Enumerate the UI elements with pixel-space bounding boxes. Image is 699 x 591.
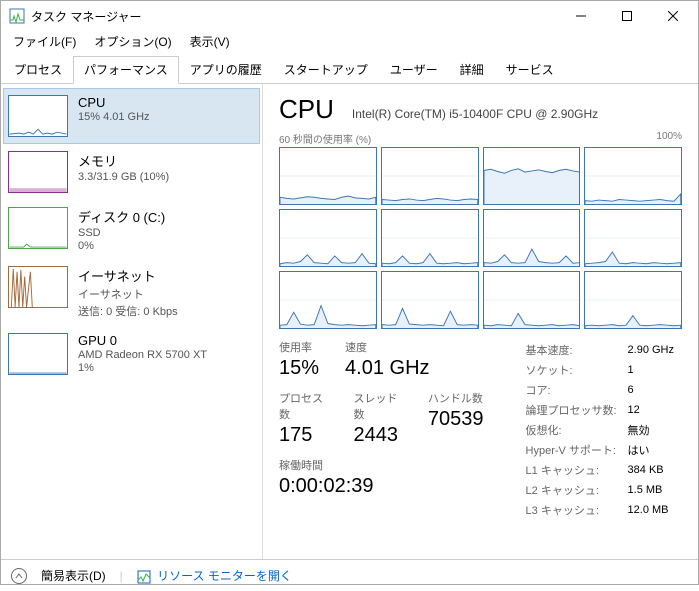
axis-left: 60 秒間の使用率 (%): [279, 131, 371, 146]
sidebar-item-disk[interactable]: ディスク 0 (C:) SSD 0%: [3, 200, 260, 259]
cpu-text: CPU 15% 4.01 GHz: [78, 95, 150, 137]
footer: 簡易表示(D) | リソース モニターを開く: [1, 559, 698, 591]
minimize-button[interactable]: [558, 1, 604, 31]
content-title: CPU: [279, 94, 334, 125]
core-chart-8: [279, 271, 377, 329]
stat-threads: スレッド数2443: [353, 390, 401, 447]
tab-startup[interactable]: スタートアップ: [273, 56, 379, 84]
eth-text: イーサネット イーサネット 送信: 0 受信: 0 Kbps: [78, 266, 178, 319]
gpu-thumb: [8, 333, 68, 375]
stats-right: 基本速度:2.90 GHz ソケット:1 コア:6 論理プロセッサ数:12 仮想…: [524, 339, 682, 521]
stats-left: 使用率15% 速度4.01 GHz プロセス数175 スレッド数2443 ハンド…: [279, 339, 484, 521]
close-button[interactable]: [650, 1, 696, 31]
gpu-text: GPU 0 AMD Radeon RX 5700 XT 1%: [78, 333, 207, 375]
tab-app-history[interactable]: アプリの履歴: [179, 56, 273, 84]
gpu-name: GPU 0: [78, 333, 207, 348]
tab-processes[interactable]: プロセス: [3, 56, 73, 84]
simple-view-button[interactable]: 簡易表示(D): [41, 567, 106, 584]
core-chart-9: [381, 271, 479, 329]
disk-text: ディスク 0 (C:) SSD 0%: [78, 207, 165, 252]
core-chart-4: [279, 209, 377, 267]
cpu-model: Intel(R) Core(TM) i5-10400F CPU @ 2.90GH…: [352, 107, 598, 121]
mem-thumb: [8, 151, 68, 193]
stat-processes: プロセス数175: [279, 390, 327, 447]
core-chart-0: [279, 147, 377, 205]
core-chart-10: [483, 271, 581, 329]
disk-name: ディスク 0 (C:): [78, 207, 165, 226]
gpu-sub1: AMD Radeon RX 5700 XT: [78, 349, 207, 361]
main-area: CPU 15% 4.01 GHz メモリ 3.3/31.9 GB (10%) デ…: [1, 84, 698, 559]
eth-name: イーサネット: [78, 266, 178, 285]
stat-uptime: 稼働時間0:00:02:39: [279, 457, 374, 498]
mem-sub: 3.3/31.9 GB (10%): [78, 171, 169, 183]
maximize-button[interactable]: [604, 1, 650, 31]
core-chart-5: [381, 209, 479, 267]
eth-sub1: イーサネット: [78, 286, 178, 302]
tab-services[interactable]: サービス: [495, 56, 565, 84]
cpu-sub: 15% 4.01 GHz: [78, 111, 150, 123]
core-chart-7: [584, 209, 682, 267]
axis-right: 100%: [656, 131, 682, 146]
resmon-icon: [137, 570, 151, 584]
divider: |: [120, 569, 123, 583]
tab-performance[interactable]: パフォーマンス: [73, 56, 179, 84]
menubar: ファイル(F) オプション(O) 表示(V): [1, 31, 698, 51]
sidebar-item-gpu[interactable]: GPU 0 AMD Radeon RX 5700 XT 1%: [3, 326, 260, 382]
stats-section: 使用率15% 速度4.01 GHz プロセス数175 スレッド数2443 ハンド…: [279, 339, 682, 521]
core-chart-2: [483, 147, 581, 205]
menu-file[interactable]: ファイル(F): [5, 31, 84, 51]
cpu-thumb: [8, 95, 68, 137]
window-controls: [558, 1, 696, 31]
disk-sub2: 0%: [78, 240, 165, 252]
content-pane: CPU Intel(R) Core(TM) i5-10400F CPU @ 2.…: [263, 84, 698, 559]
core-chart-3: [584, 147, 682, 205]
core-chart-6: [483, 209, 581, 267]
sidebar: CPU 15% 4.01 GHz メモリ 3.3/31.9 GB (10%) デ…: [1, 84, 263, 559]
mem-text: メモリ 3.3/31.9 GB (10%): [78, 151, 169, 193]
content-header: CPU Intel(R) Core(TM) i5-10400F CPU @ 2.…: [279, 94, 682, 125]
gpu-sub2: 1%: [78, 362, 207, 374]
disk-thumb: [8, 207, 68, 249]
resource-monitor-link[interactable]: リソース モニターを開く: [137, 567, 292, 584]
core-chart-11: [584, 271, 682, 329]
menu-options[interactable]: オプション(O): [86, 31, 179, 51]
sidebar-item-cpu[interactable]: CPU 15% 4.01 GHz: [3, 88, 260, 144]
chevron-up-icon[interactable]: [11, 568, 27, 584]
core-chart-1: [381, 147, 479, 205]
sidebar-item-ethernet[interactable]: イーサネット イーサネット 送信: 0 受信: 0 Kbps: [3, 259, 260, 326]
tab-users[interactable]: ユーザー: [379, 56, 449, 84]
core-grid[interactable]: [279, 147, 682, 329]
titlebar: タスク マネージャー: [1, 1, 698, 31]
eth-thumb: [8, 266, 68, 308]
tab-strip: プロセス パフォーマンス アプリの履歴 スタートアップ ユーザー 詳細 サービス: [1, 51, 698, 84]
spec-table: 基本速度:2.90 GHz ソケット:1 コア:6 論理プロセッサ数:12 仮想…: [524, 339, 682, 521]
disk-sub1: SSD: [78, 227, 165, 239]
cpu-name: CPU: [78, 95, 150, 110]
chart-axis: 60 秒間の使用率 (%) 100%: [279, 131, 682, 146]
stat-handles: ハンドル数70539: [428, 390, 484, 447]
eth-sub2: 送信: 0 受信: 0 Kbps: [78, 303, 178, 319]
window-title: タスク マネージャー: [31, 8, 558, 25]
menu-view[interactable]: 表示(V): [182, 31, 238, 51]
tab-details[interactable]: 詳細: [449, 56, 495, 84]
stat-usage: 使用率15%: [279, 339, 319, 380]
sidebar-item-memory[interactable]: メモリ 3.3/31.9 GB (10%): [3, 144, 260, 200]
app-icon: [9, 8, 25, 24]
mem-name: メモリ: [78, 151, 169, 170]
stat-speed: 速度4.01 GHz: [345, 339, 429, 380]
